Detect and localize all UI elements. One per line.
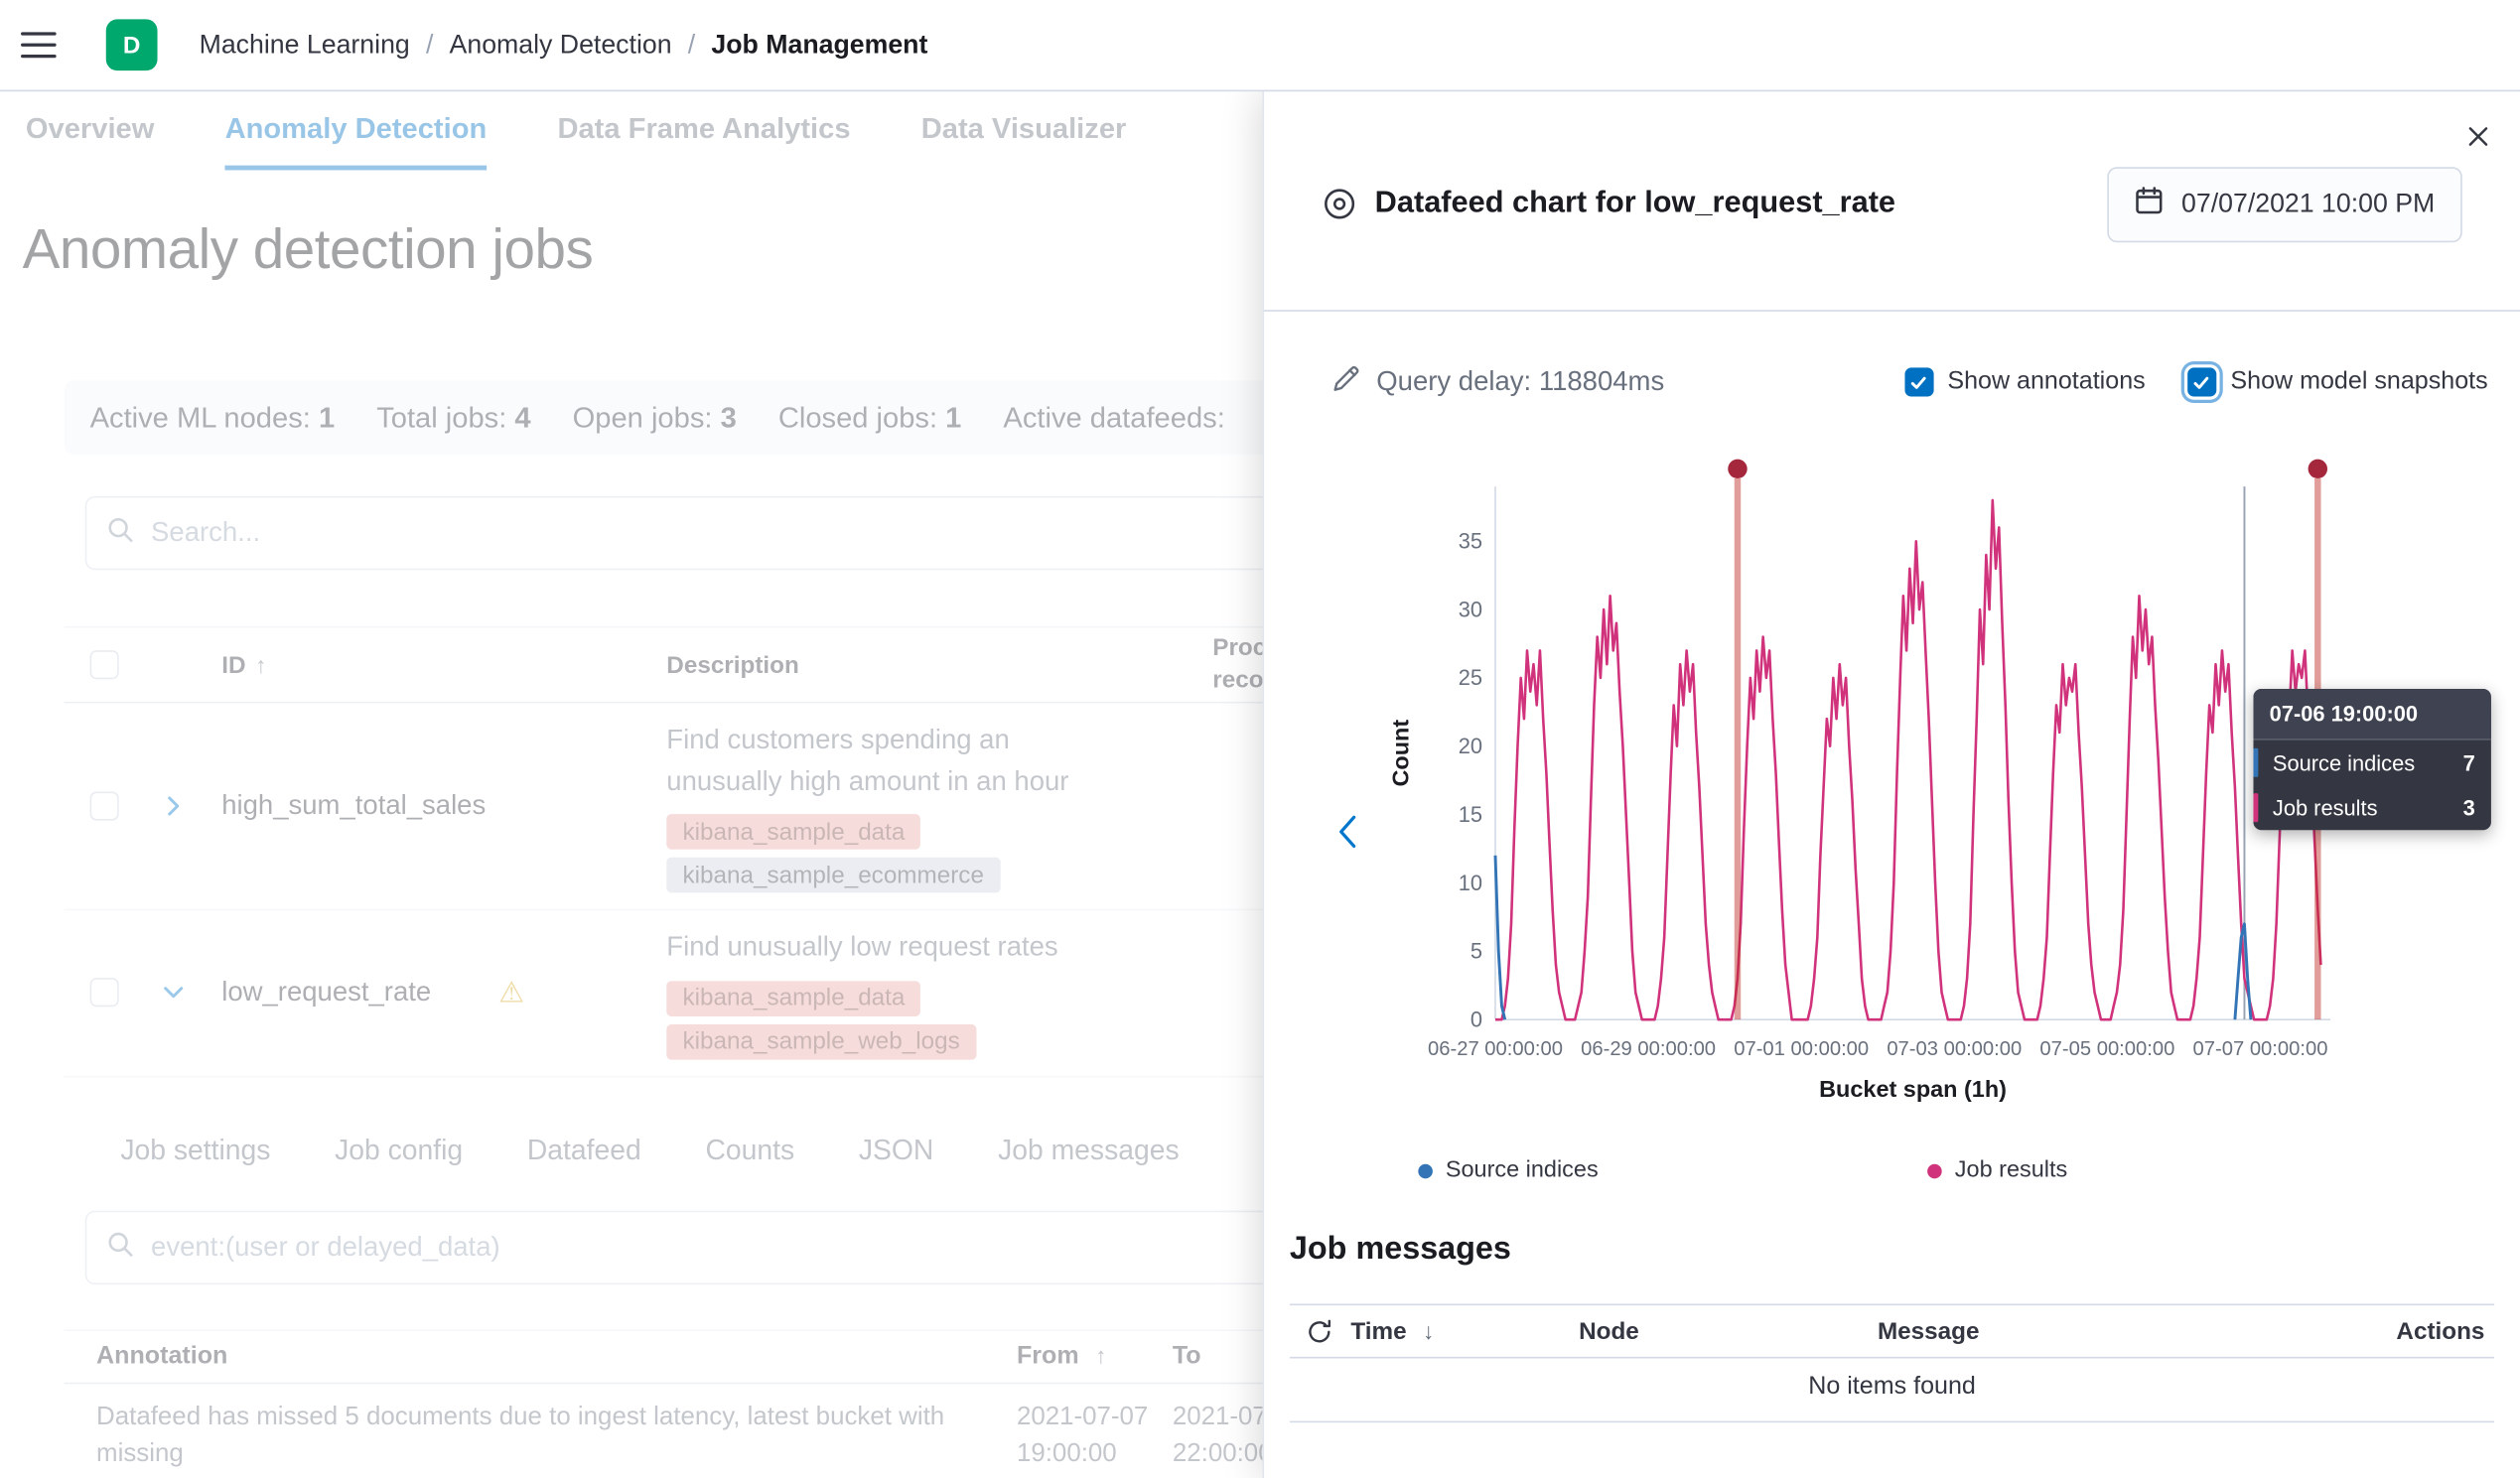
svg-text:07-07 00:00:00: 07-07 00:00:00 xyxy=(2193,1038,2328,1060)
svg-text:Bucket span (1h): Bucket span (1h) xyxy=(1819,1076,2007,1102)
svg-text:Count: Count xyxy=(1388,720,1414,787)
svg-text:15: 15 xyxy=(1459,802,1482,827)
checkbox-show-model-snapshots[interactable]: Show model snapshots xyxy=(2187,367,2488,396)
svg-text:0: 0 xyxy=(1470,1007,1482,1031)
tooltip-header: 07-06 19:00:00 xyxy=(2253,689,2490,740)
svg-text:20: 20 xyxy=(1459,734,1482,758)
breadcrumb-machine-learning[interactable]: Machine Learning xyxy=(200,30,410,61)
svg-text:10: 10 xyxy=(1459,871,1482,895)
datafeed-chart-flyout: Datafeed chart for low_request_rate 07/0… xyxy=(1262,91,2520,1478)
breadcrumb-anomaly-detection[interactable]: Anomaly Detection xyxy=(450,30,672,61)
svg-text:07-05 00:00:00: 07-05 00:00:00 xyxy=(2039,1038,2174,1060)
svg-text:07-01 00:00:00: 07-01 00:00:00 xyxy=(1734,1038,1869,1060)
chart-options: Show annotations Show model snapshots xyxy=(1904,367,2488,396)
svg-text:5: 5 xyxy=(1470,939,1482,964)
flyout-header: Datafeed chart for low_request_rate 07/0… xyxy=(1322,156,2461,252)
column-header-time[interactable]: Time ↓ xyxy=(1350,1318,1434,1345)
tooltip-row: Source indices7 xyxy=(2253,740,2490,785)
kibana-ml-app: D Machine Learning / Anomaly Detection /… xyxy=(0,0,2520,1478)
query-delay-text: Query delay: 118804ms xyxy=(1376,366,1664,398)
date-picker[interactable]: 07/07/2021 10:00 PM xyxy=(2108,166,2462,241)
source-indices-dot xyxy=(1418,1163,1433,1178)
checkbox-show-annotations[interactable]: Show annotations xyxy=(1904,367,2146,396)
datafeed-icon xyxy=(1322,187,1357,222)
svg-text:07-03 00:00:00: 07-03 00:00:00 xyxy=(1887,1038,2022,1060)
svg-text:30: 30 xyxy=(1459,597,1482,621)
column-header-node: Node xyxy=(1579,1318,1639,1345)
flyout-title: Datafeed chart for low_request_rate xyxy=(1375,187,1895,222)
refresh-icon[interactable] xyxy=(1306,1318,1332,1345)
svg-text:06-29 00:00:00: 06-29 00:00:00 xyxy=(1581,1038,1716,1060)
check-icon xyxy=(1904,367,1933,396)
chart-legend: Source indices Job results xyxy=(1418,1157,2067,1183)
close-icon[interactable] xyxy=(2459,117,2498,161)
breadcrumb: Machine Learning / Anomaly Detection / J… xyxy=(200,30,928,61)
menu-icon[interactable] xyxy=(0,0,77,90)
query-delay-row: Query delay: 118804ms Show annotationsSh… xyxy=(1331,354,2488,409)
legend-job-results[interactable]: Job results xyxy=(1927,1157,2067,1183)
space-avatar[interactable]: D xyxy=(106,19,158,70)
datafeed-chart: 0 5 10 15 20 25 30 35 06-27 00:00:00 06-29 00:00:… xyxy=(1383,458,2347,1132)
chart-canvas[interactable]: 0 5 10 15 20 25 30 35 06-27 00:00:00 06-29 00:00:… xyxy=(1383,458,2347,1132)
svg-text:35: 35 xyxy=(1459,528,1482,553)
pencil-icon xyxy=(1331,363,1360,400)
check-icon xyxy=(2187,367,2216,396)
divider xyxy=(1264,310,2520,312)
collapse-chevron-icon[interactable] xyxy=(1329,811,1367,856)
column-header-message: Message xyxy=(1878,1318,1980,1345)
sort-descending-icon: ↓ xyxy=(1423,1318,1434,1344)
breadcrumb-job-management: Job Management xyxy=(711,30,927,61)
chart-tooltip: 07-06 19:00:00 Source indices7Job result… xyxy=(2253,689,2490,830)
breadcrumb-separator: / xyxy=(426,30,433,61)
svg-text:25: 25 xyxy=(1459,665,1482,690)
legend-source-indices[interactable]: Source indices xyxy=(1418,1157,1598,1183)
divider xyxy=(1290,1421,2494,1423)
top-header: D Machine Learning / Anomaly Detection /… xyxy=(0,0,2520,91)
tooltip-row: Job results3 xyxy=(2253,785,2490,830)
job-results-dot xyxy=(1927,1163,1942,1178)
column-header-actions: Actions xyxy=(2396,1318,2484,1345)
breadcrumb-separator: / xyxy=(688,30,695,61)
svg-text:06-27 00:00:00: 06-27 00:00:00 xyxy=(1428,1038,1563,1060)
date-picker-value: 07/07/2021 10:00 PM xyxy=(2181,189,2435,219)
empty-table-message: No items found xyxy=(1290,1373,2494,1402)
job-messages-header: Time ↓ Node Message Actions xyxy=(1290,1303,2494,1358)
job-messages-title: Job messages xyxy=(1290,1232,1511,1269)
calendar-icon xyxy=(2135,186,2164,222)
